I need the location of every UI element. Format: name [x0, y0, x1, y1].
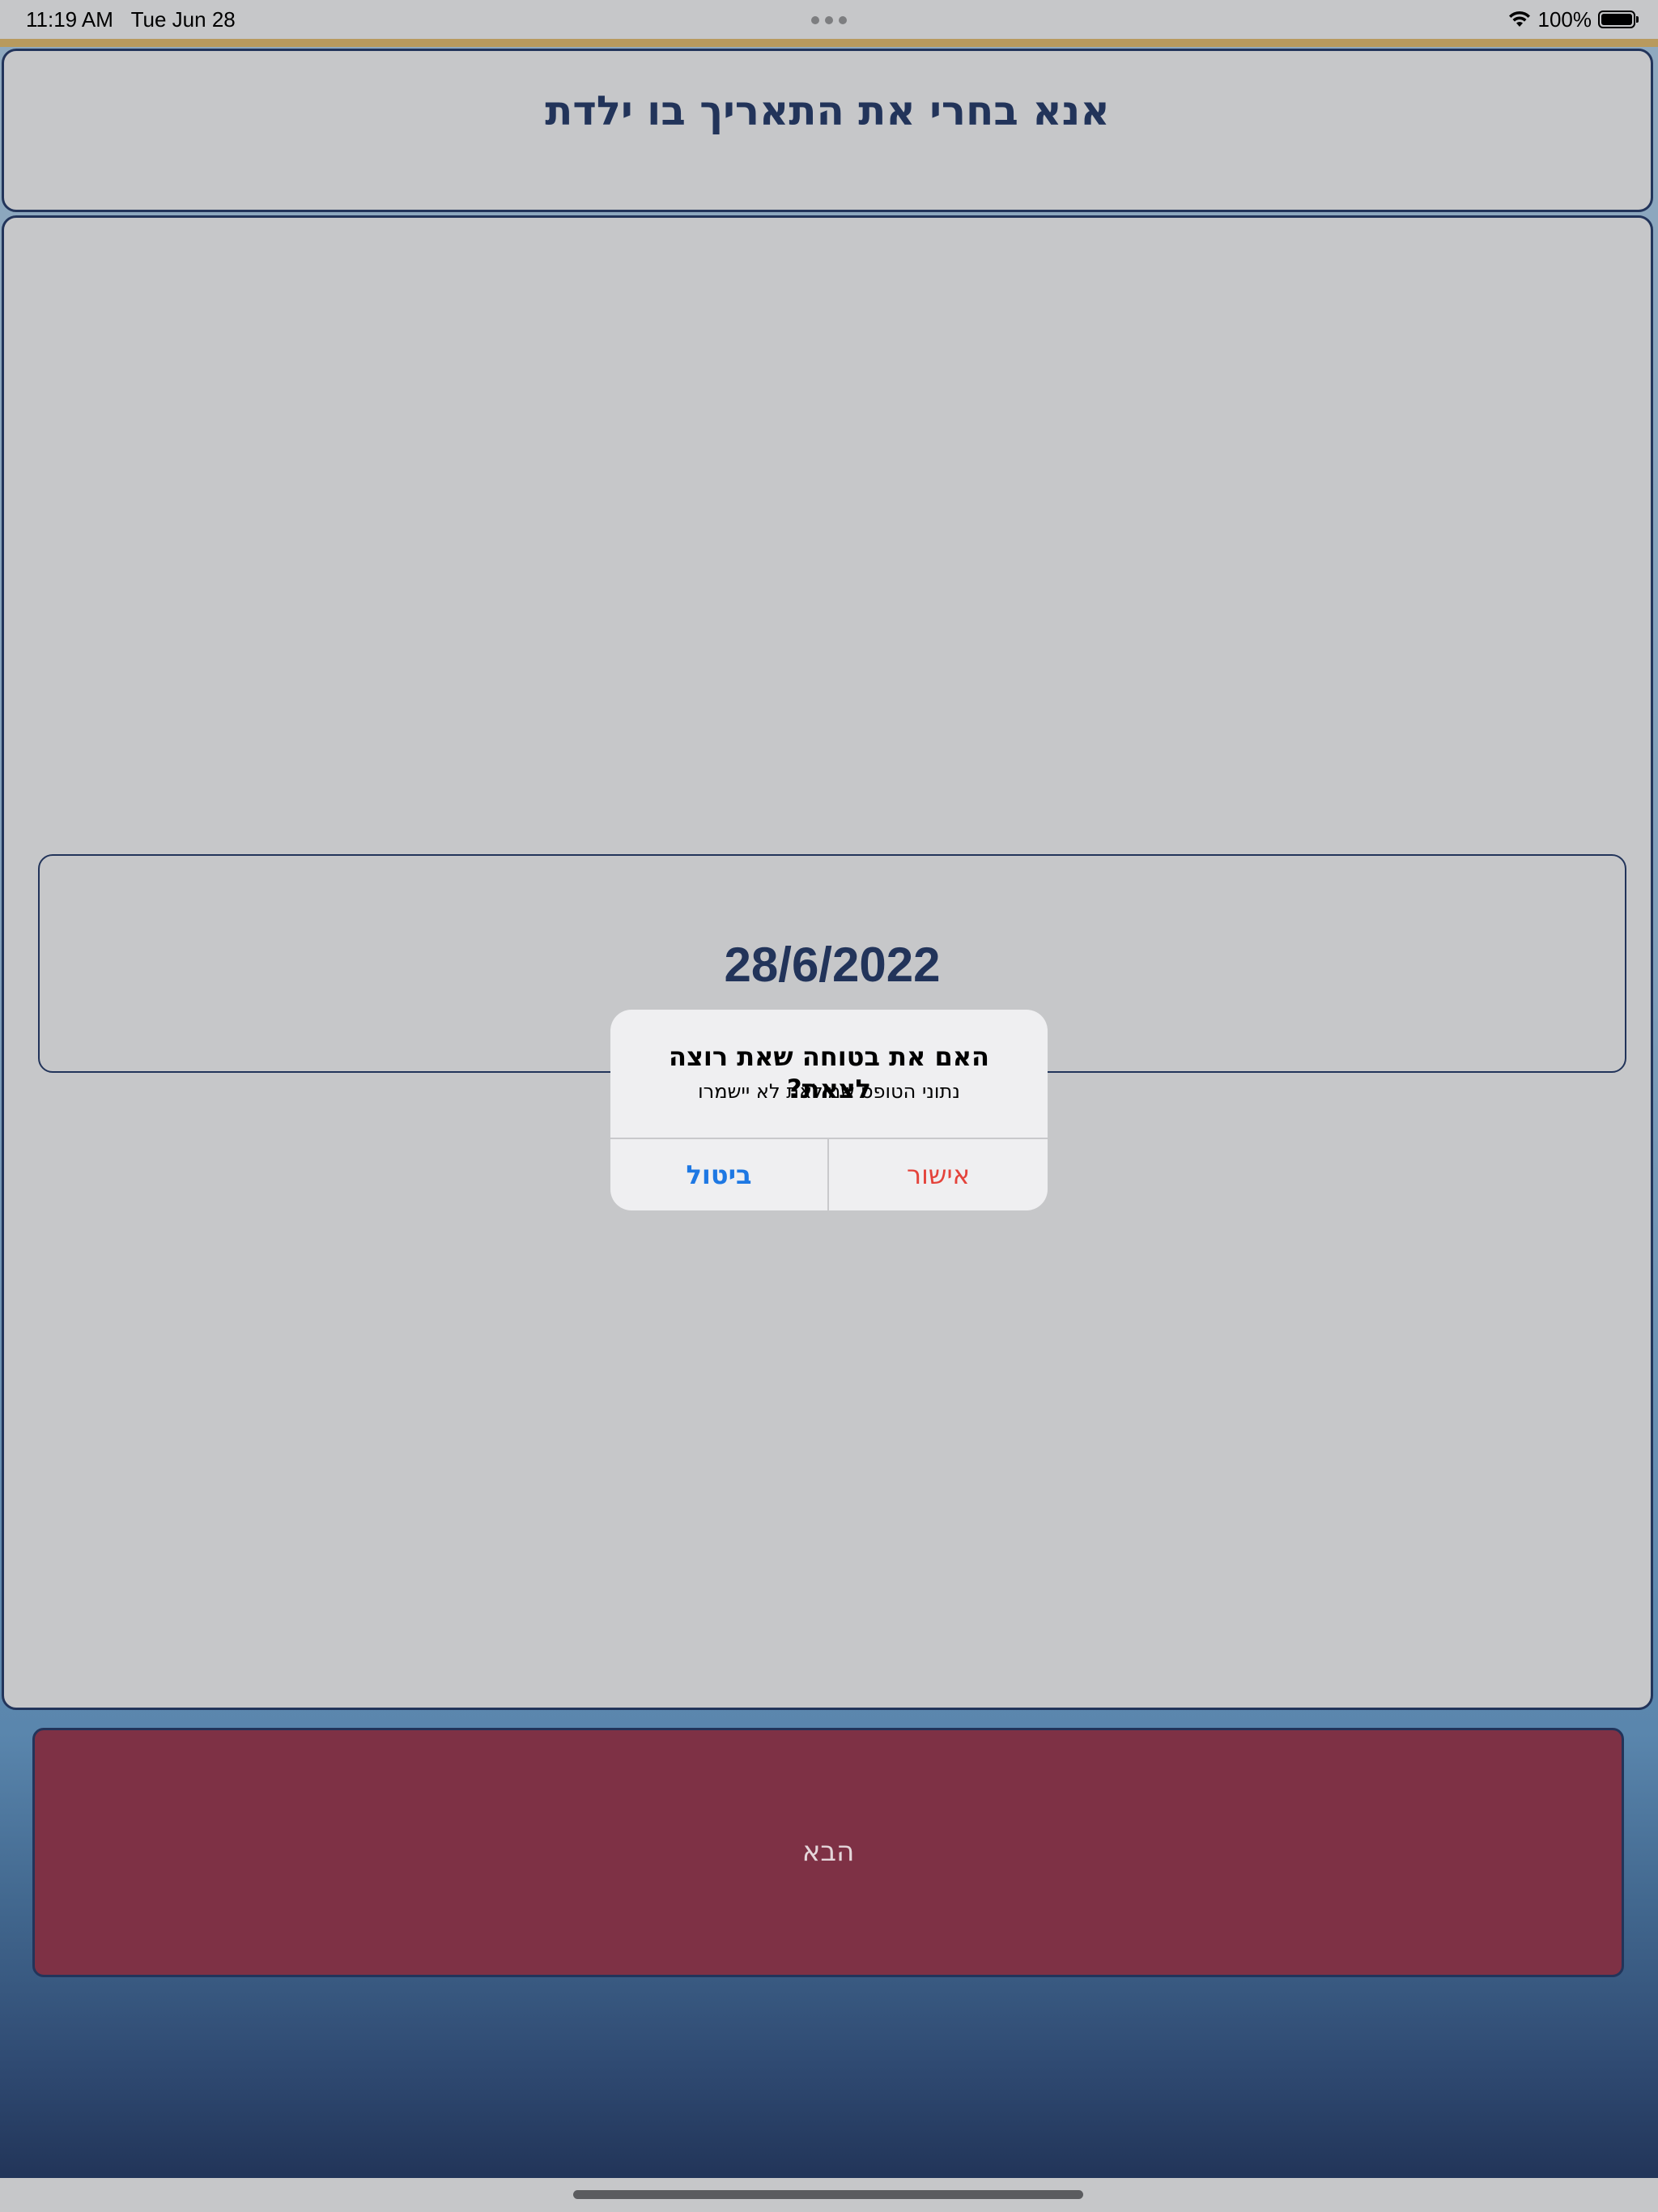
alert-cancel-button[interactable]: ביטול [610, 1139, 829, 1210]
more-dots-icon[interactable] [811, 16, 847, 24]
selected-date: 28/6/2022 [724, 938, 941, 992]
status-indicators: 100% [1507, 6, 1639, 32]
home-indicator[interactable] [573, 2190, 1083, 2199]
status-time: 11:19 AM Tue Jun 28 [26, 6, 236, 32]
exit-confirm-alert: האם את בטוחה שאת רוצה לצאת? נתוני הטופס … [610, 1010, 1048, 1210]
next-button-label: הבא [801, 1836, 855, 1868]
page-title: אנא בחרי את התאריך בו ילדת [545, 87, 1110, 134]
status-date: Tue Jun 28 [130, 7, 236, 32]
alert-actions: ביטול אישור [610, 1138, 1048, 1210]
battery-percent: 100% [1537, 6, 1592, 32]
content-panel: 28/6/2022 [2, 215, 1653, 1710]
battery-icon [1598, 11, 1639, 28]
alert-confirm-button[interactable]: אישור [829, 1139, 1048, 1210]
header-panel: אנא בחרי את התאריך בו ילדת [2, 49, 1653, 212]
next-button[interactable]: הבא [32, 1728, 1624, 1977]
status-clock: 11:19 AM [26, 7, 113, 32]
alert-message: נתוני הטופס שמילאת לא יישמרו [698, 1080, 960, 1103]
status-bar: 11:19 AM Tue Jun 28 100% [0, 0, 1658, 39]
wifi-icon [1508, 11, 1530, 27]
